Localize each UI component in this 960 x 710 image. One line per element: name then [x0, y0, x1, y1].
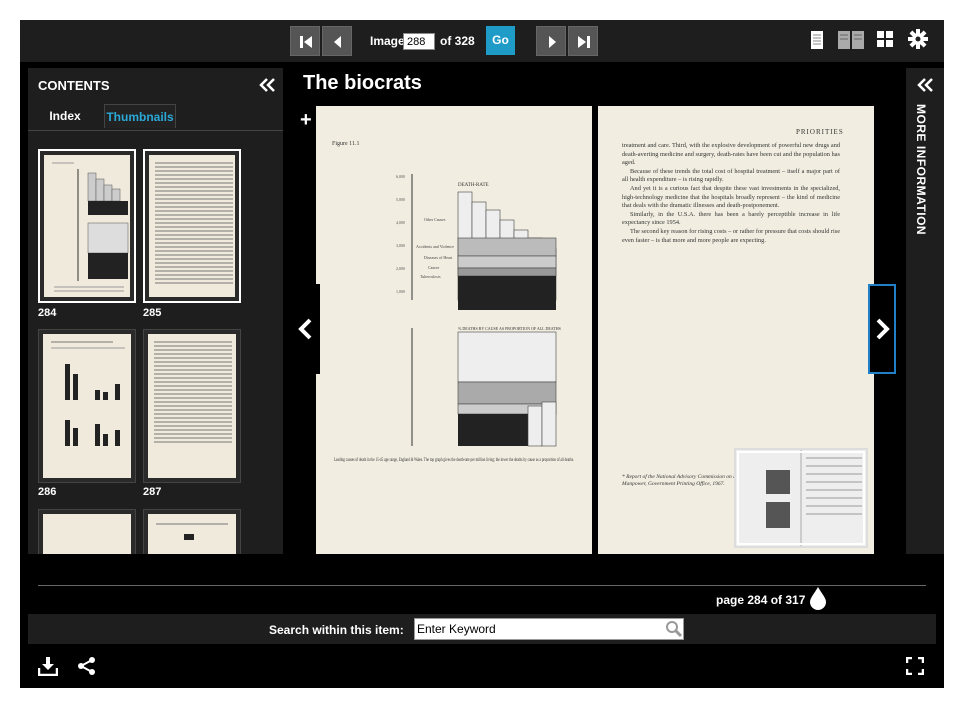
- thumbnail-page-image: [43, 334, 131, 478]
- figure-graphic: Figure 11.1 6,000 5,000 4,000 3,000 2,000 1,0…: [332, 141, 574, 463]
- zoom-in-button[interactable]: +: [300, 109, 312, 132]
- left-page: Figure 11.1 6,000 5,000 4,000 3,000 2,000 1,0…: [316, 106, 592, 554]
- single-page-view-icon[interactable]: [810, 30, 824, 50]
- book-title: The biocrats: [303, 72, 422, 94]
- more-information-label[interactable]: MORE INFORMATION: [914, 104, 928, 235]
- thumbnail-288[interactable]: [38, 509, 136, 554]
- legend-heart: Diseases of Heart: [424, 255, 453, 260]
- navigator-minimap[interactable]: [734, 448, 868, 548]
- svg-text:2,000: 2,000: [396, 266, 405, 272]
- top-toolbar: Image of 328 Go: [20, 20, 944, 62]
- bottom-chart-title: % DEATHS BY CAUSE AS PROPORTION OF ALL D…: [458, 326, 561, 331]
- legend-tuberculosis: Tuberculosis: [420, 274, 441, 279]
- tab-thumbnails[interactable]: Thumbnails: [104, 104, 176, 128]
- footnote: * Report of the National Advisory Commis…: [622, 474, 749, 487]
- chevron-left-icon: [334, 36, 341, 48]
- previous-page-button[interactable]: [322, 26, 352, 56]
- next-page-button[interactable]: [536, 26, 566, 56]
- book-viewer: Image of 328 Go CONTENTS: [20, 20, 944, 688]
- thumbnail-285[interactable]: [143, 149, 241, 303]
- paragraph: The second key reason for rising costs –…: [622, 227, 841, 244]
- go-button[interactable]: Go: [486, 26, 515, 55]
- share-icon[interactable]: [77, 656, 97, 676]
- search-bar: Search within this item:: [28, 614, 936, 644]
- download-icon[interactable]: [38, 656, 58, 676]
- legend-accidents: Accidents and Violence: [416, 244, 454, 249]
- thumbnail-page-image: [149, 155, 235, 297]
- thumbnail-page-image: [43, 514, 131, 554]
- grid-view-icon[interactable]: [876, 30, 894, 48]
- paragraph: treatment and care. Third, with the expl…: [622, 142, 840, 167]
- last-page-button[interactable]: [568, 26, 598, 56]
- thumbnail-286[interactable]: [38, 329, 136, 483]
- two-page-view-icon[interactable]: [837, 30, 865, 50]
- legend-cancer: Cancer: [428, 265, 440, 270]
- thumbnail-page-image: [148, 514, 236, 554]
- fullscreen-icon[interactable]: [906, 657, 924, 675]
- search-input[interactable]: [414, 618, 684, 640]
- chevron-right-icon: [876, 318, 890, 340]
- expand-left-icon[interactable]: [917, 78, 933, 92]
- page-header: PRIORITIES: [796, 128, 844, 136]
- svg-text:6,000: 6,000: [396, 174, 405, 180]
- gear-icon[interactable]: [908, 29, 928, 49]
- legend-other-causes: Other Causes: [424, 217, 446, 222]
- chevron-left-icon: [298, 318, 312, 340]
- tab-index[interactable]: Index: [43, 104, 87, 128]
- thumbnail-287[interactable]: [143, 329, 241, 483]
- paragraph: Similarly, in the U.S.A. there has been …: [622, 210, 840, 227]
- thumbnail-number: 286: [38, 486, 57, 498]
- search-label: Search within this item:: [269, 623, 404, 637]
- paragraph: Because of these trends the total cost o…: [622, 167, 840, 184]
- image-number-input[interactable]: [403, 33, 435, 50]
- contents-sidebar: CONTENTS Index Thumbnails 284 285 286 28…: [28, 68, 283, 554]
- thumbnail-page-image: [148, 334, 236, 478]
- search-icon[interactable]: [665, 620, 683, 638]
- svg-text:1,000: 1,000: [396, 289, 405, 295]
- svg-text:4,000: 4,000: [396, 220, 405, 226]
- page-slider-handle-icon[interactable]: [808, 586, 828, 610]
- skip-first-icon: [300, 36, 312, 48]
- thumbnail-page-image: [44, 155, 130, 297]
- thumbnail-list: 284 285 286 287: [28, 130, 283, 554]
- thumbnail-number: 284: [38, 307, 57, 319]
- previous-spread-button[interactable]: [292, 284, 320, 374]
- image-label: Image: [370, 34, 405, 48]
- figure-label: Figure 11.1: [332, 141, 359, 147]
- paragraph: And yet it is a curious fact that despit…: [622, 184, 840, 210]
- thumbnail-289[interactable]: [143, 509, 241, 554]
- svg-text:5,000: 5,000: [396, 197, 405, 203]
- svg-text:3,000: 3,000: [396, 243, 405, 249]
- chevron-right-icon: [549, 36, 556, 48]
- top-chart-title: DEATH-RATE: [458, 183, 489, 188]
- first-page-button[interactable]: [290, 26, 320, 56]
- figure-caption: Leading causes of death in the 15-45 age…: [334, 458, 574, 463]
- page-slider-track[interactable]: [38, 585, 926, 586]
- next-spread-button[interactable]: [868, 284, 896, 374]
- skip-last-icon: [578, 36, 590, 48]
- collapse-left-icon[interactable]: [259, 78, 275, 92]
- more-information-panel[interactable]: MORE INFORMATION: [906, 68, 944, 554]
- thumbnail-284[interactable]: [38, 149, 136, 303]
- thumbnail-number: 287: [143, 486, 162, 498]
- sidebar-title: CONTENTS: [38, 78, 110, 93]
- page-indicator: page 284 of 317: [716, 593, 806, 607]
- thumbnail-number: 285: [143, 307, 162, 319]
- image-total: of 328: [440, 34, 475, 48]
